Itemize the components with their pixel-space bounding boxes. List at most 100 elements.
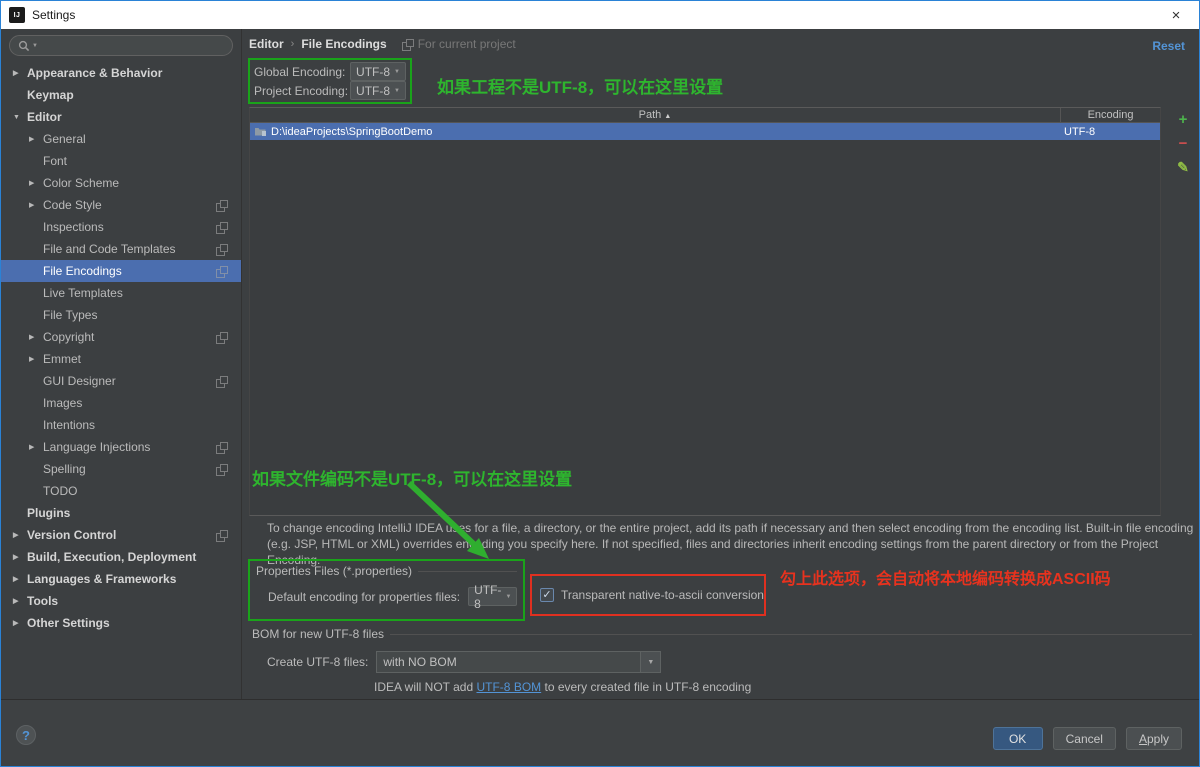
sidebar-item-label: GUI Designer: [43, 374, 116, 388]
sidebar-item-label: General: [43, 132, 86, 146]
scope-label: For current project: [418, 37, 516, 51]
sidebar-item-intentions[interactable]: Intentions: [1, 414, 241, 436]
table-toolbar: + − ✎: [1168, 107, 1198, 177]
sidebar-item-color-scheme[interactable]: ▶Color Scheme: [1, 172, 241, 194]
table-row[interactable]: D:\ideaProjects\SpringBootDemoUTF-8: [250, 123, 1160, 140]
remove-icon[interactable]: −: [1172, 133, 1194, 153]
chevron-right-icon[interactable]: ▶: [13, 531, 27, 539]
default-encoding-row: Default encoding for properties files: U…: [256, 587, 517, 606]
sidebar-item-label: Language Injections: [43, 440, 150, 454]
sidebar-item-label: Live Templates: [43, 286, 123, 300]
sidebar-item-keymap[interactable]: Keymap: [1, 84, 241, 106]
sidebar-item-inspections[interactable]: Inspections: [1, 216, 241, 238]
column-header-path[interactable]: Path ▲: [250, 108, 1060, 122]
sort-ascending-icon: ▲: [664, 113, 671, 120]
sidebar-item-label: File and Code Templates: [43, 242, 176, 256]
sidebar-item-label: Tools: [27, 594, 58, 608]
annotation-red: 勾上此选项，会自动将本地编码转换成ASCII码: [780, 565, 1111, 589]
chevron-right-icon[interactable]: ▶: [29, 201, 43, 209]
sidebar-item-language-injections[interactable]: ▶Language Injections: [1, 436, 241, 458]
sidebar-item-gui-designer[interactable]: GUI Designer: [1, 370, 241, 392]
global-encoding-select[interactable]: UTF-8 ▼: [350, 62, 406, 81]
help-icon[interactable]: ?: [16, 725, 36, 745]
sidebar-item-plugins[interactable]: Plugins: [1, 502, 241, 524]
global-encoding-value: UTF-8: [356, 65, 390, 79]
sidebar-item-todo[interactable]: TODO: [1, 480, 241, 502]
per-project-settings-icon: [216, 464, 227, 475]
properties-encoding-select[interactable]: UTF-8 ▼: [468, 587, 517, 606]
sidebar-item-label: Languages & Frameworks: [27, 572, 176, 586]
sidebar-item-general[interactable]: ▶General: [1, 128, 241, 150]
intellij-logo-icon: IJ: [9, 7, 25, 23]
per-project-settings-icon: [216, 442, 227, 453]
apply-button[interactable]: Apply: [1126, 727, 1182, 750]
settings-tree: ▶Appearance & BehaviorKeymap▼Editor▶Gene…: [1, 62, 241, 634]
sidebar-item-live-templates[interactable]: Live Templates: [1, 282, 241, 304]
chevron-down-icon[interactable]: ▼: [640, 652, 660, 672]
sidebar-item-editor[interactable]: ▼Editor: [1, 106, 241, 128]
file-encodings-panel: Editor › File Encodings For current proj…: [242, 29, 1199, 699]
per-project-settings-icon: [216, 266, 227, 277]
settings-dialog: IJ Settings × ▼ ▶Appearance & BehaviorKe…: [0, 0, 1200, 767]
sidebar-item-label: Copyright: [43, 330, 94, 344]
sidebar-item-file-encodings[interactable]: File Encodings: [1, 260, 241, 282]
search-input[interactable]: ▼: [9, 35, 233, 56]
sidebar-item-tools[interactable]: ▶Tools: [1, 590, 241, 612]
chevron-right-icon[interactable]: ▶: [13, 575, 27, 583]
chevron-right-icon[interactable]: ▶: [13, 553, 27, 561]
sidebar-item-label: Keymap: [27, 88, 74, 102]
encoding-highlight-box: Global Encoding: UTF-8 ▼ Project Encodin…: [248, 58, 412, 104]
sidebar-item-label: Version Control: [27, 528, 116, 542]
sidebar-item-label: Plugins: [27, 506, 70, 520]
folder-icon: [254, 126, 267, 137]
project-encoding-value: UTF-8: [356, 84, 390, 98]
breadcrumb-editor[interactable]: Editor: [249, 37, 284, 51]
chevron-right-icon[interactable]: ▶: [29, 179, 43, 187]
properties-encoding-value: UTF-8: [474, 583, 501, 611]
sidebar-item-code-style[interactable]: ▶Code Style: [1, 194, 241, 216]
sidebar-item-version-control[interactable]: ▶Version Control: [1, 524, 241, 546]
conversion-highlight-box: ✓ Transparent native-to-ascii conversion: [530, 574, 766, 616]
edit-pencil-icon[interactable]: ✎: [1172, 157, 1194, 177]
sidebar-item-label: Editor: [27, 110, 62, 124]
sidebar-item-appearance-behavior[interactable]: ▶Appearance & Behavior: [1, 62, 241, 84]
annotation-arrow-icon: [387, 479, 507, 569]
ok-button[interactable]: OK: [993, 727, 1043, 750]
sidebar-item-file-types[interactable]: File Types: [1, 304, 241, 326]
column-header-encoding[interactable]: Encoding: [1060, 108, 1160, 122]
bom-select[interactable]: with NO BOM ▼: [376, 651, 661, 673]
per-project-settings-icon: [216, 222, 227, 233]
sidebar-item-languages-frameworks[interactable]: ▶Languages & Frameworks: [1, 568, 241, 590]
reset-link[interactable]: Reset: [1152, 39, 1185, 53]
chevron-right-icon[interactable]: ▶: [29, 355, 43, 363]
search-options-caret-icon[interactable]: ▼: [32, 43, 38, 49]
sidebar-item-images[interactable]: Images: [1, 392, 241, 414]
chevron-right-icon[interactable]: ▶: [29, 135, 43, 143]
project-encoding-label: Project Encoding:: [254, 84, 348, 98]
sidebar-item-file-and-code-templates[interactable]: File and Code Templates: [1, 238, 241, 260]
per-project-settings-icon: [216, 332, 227, 343]
cancel-button[interactable]: Cancel: [1053, 727, 1116, 750]
chevron-down-icon[interactable]: ▼: [13, 114, 27, 121]
create-utf8-row: Create UTF-8 files: with NO BOM ▼: [252, 651, 1192, 673]
sidebar-item-label: Other Settings: [27, 616, 110, 630]
sidebar-item-font[interactable]: Font: [1, 150, 241, 172]
close-icon[interactable]: ×: [1161, 7, 1191, 24]
project-encoding-select[interactable]: UTF-8 ▼: [350, 81, 406, 100]
sidebar-item-spelling[interactable]: Spelling: [1, 458, 241, 480]
chevron-right-icon[interactable]: ▶: [13, 619, 27, 627]
add-icon[interactable]: +: [1172, 109, 1194, 129]
chevron-right-icon[interactable]: ▶: [13, 69, 27, 77]
sidebar-item-emmet[interactable]: ▶Emmet: [1, 348, 241, 370]
group-title-divider: [390, 634, 1192, 635]
sidebar-item-other-settings[interactable]: ▶Other Settings: [1, 612, 241, 634]
chevron-right-icon[interactable]: ▶: [29, 443, 43, 451]
native-to-ascii-checkbox[interactable]: ✓: [540, 588, 554, 602]
chevron-right-icon[interactable]: ▶: [13, 597, 27, 605]
native-to-ascii-label: Transparent native-to-ascii conversion: [561, 588, 764, 602]
sidebar-item-copyright[interactable]: ▶Copyright: [1, 326, 241, 348]
path-cell: D:\ideaProjects\SpringBootDemo: [250, 126, 1060, 138]
chevron-right-icon[interactable]: ▶: [29, 333, 43, 341]
sidebar-item-build-execution-deployment[interactable]: ▶Build, Execution, Deployment: [1, 546, 241, 568]
utf8-bom-link[interactable]: UTF-8 BOM: [476, 680, 541, 694]
